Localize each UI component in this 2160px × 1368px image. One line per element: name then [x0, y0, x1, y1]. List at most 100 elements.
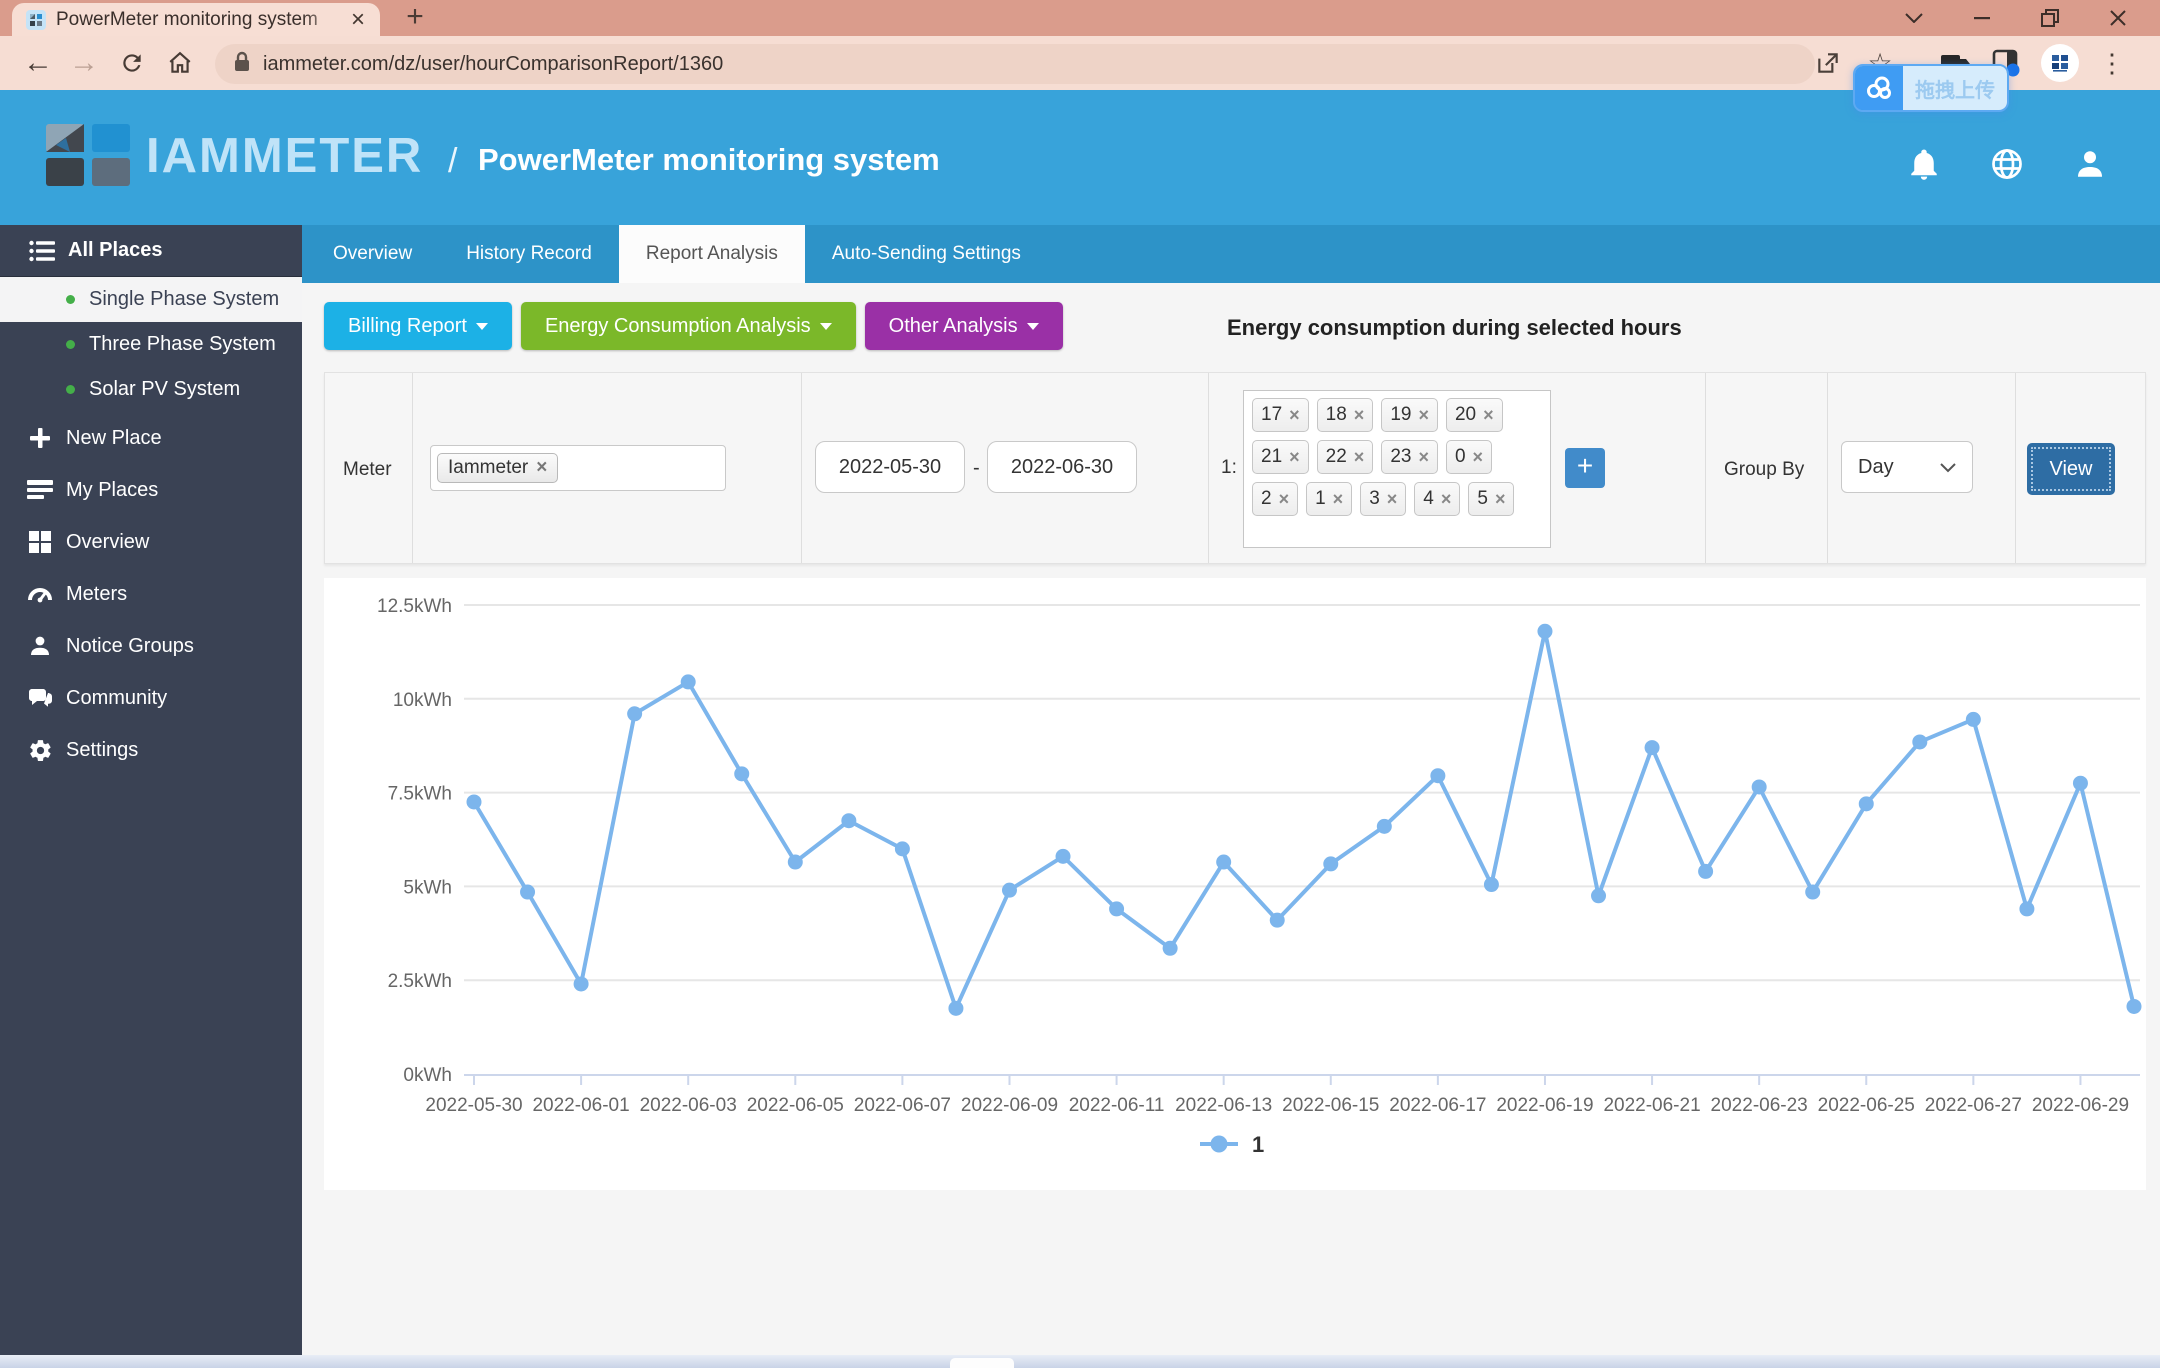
- tab-history-record[interactable]: History Record: [439, 225, 619, 283]
- hour-chip-4[interactable]: 4×: [1414, 482, 1460, 516]
- browser-tab[interactable]: PowerMeter monitoring system ×: [12, 3, 380, 36]
- restore-button[interactable]: [2016, 0, 2084, 36]
- hour-chip-18[interactable]: 18×: [1317, 398, 1374, 432]
- data-point[interactable]: [1966, 712, 1981, 727]
- sidebar-item-single-phase-system[interactable]: Single Phase System: [0, 277, 302, 322]
- notifications-bell-icon[interactable]: [1904, 144, 1944, 184]
- other-analysis-button[interactable]: Other Analysis: [865, 302, 1063, 350]
- data-point[interactable]: [1698, 864, 1713, 879]
- hour-chip-3[interactable]: 3×: [1360, 482, 1406, 516]
- hour-chip-remove-icon[interactable]: ×: [1279, 489, 1290, 510]
- hour-chip-19[interactable]: 19×: [1381, 398, 1438, 432]
- tab-search-chevron-icon[interactable]: [1880, 0, 1948, 36]
- sidebar-item-overview[interactable]: Overview: [0, 516, 302, 568]
- data-point[interactable]: [1805, 885, 1820, 900]
- billing-report-button[interactable]: Billing Report: [324, 302, 512, 350]
- data-point[interactable]: [841, 813, 856, 828]
- drag-upload-overlay[interactable]: 拖拽上传: [1853, 64, 2009, 112]
- share-icon[interactable]: [1806, 43, 1850, 83]
- meter-tag-remove-icon[interactable]: ×: [536, 457, 547, 479]
- hour-chip-remove-icon[interactable]: ×: [1495, 489, 1506, 510]
- data-point[interactable]: [948, 1001, 963, 1016]
- browser-menu-icon[interactable]: ⋮: [2090, 43, 2134, 83]
- sidebar-item-settings[interactable]: Settings: [0, 724, 302, 776]
- language-globe-icon[interactable]: [1987, 144, 2027, 184]
- data-point[interactable]: [1484, 877, 1499, 892]
- close-window-button[interactable]: [2084, 0, 2152, 36]
- data-point[interactable]: [1216, 855, 1231, 870]
- group-by-select[interactable]: Day: [1841, 441, 1973, 493]
- data-point[interactable]: [1912, 734, 1927, 749]
- sidebar-item-solar-pv-system[interactable]: Solar PV System: [0, 367, 302, 412]
- data-point[interactable]: [2073, 776, 2088, 791]
- sidebar-item-all-places[interactable]: All Places: [0, 225, 302, 277]
- data-point[interactable]: [1430, 768, 1445, 783]
- profile-avatar[interactable]: [2038, 43, 2082, 83]
- data-point[interactable]: [467, 794, 482, 809]
- data-point[interactable]: [734, 766, 749, 781]
- taskbar-item[interactable]: [950, 1358, 1014, 1368]
- hour-chip-21[interactable]: 21×: [1252, 440, 1309, 474]
- sidebar-item-notice-groups[interactable]: Notice Groups: [0, 620, 302, 672]
- hour-chip-0[interactable]: 0×: [1446, 440, 1492, 474]
- hour-chip-remove-icon[interactable]: ×: [1418, 447, 1429, 468]
- data-point[interactable]: [2127, 999, 2142, 1014]
- hour-chip-23[interactable]: 23×: [1381, 440, 1438, 474]
- hour-chip-remove-icon[interactable]: ×: [1333, 489, 1344, 510]
- data-point[interactable]: [2019, 901, 2034, 916]
- hour-chip-remove-icon[interactable]: ×: [1441, 489, 1452, 510]
- hour-chip-remove-icon[interactable]: ×: [1483, 405, 1494, 426]
- minimize-button[interactable]: [1948, 0, 2016, 36]
- data-point[interactable]: [1645, 740, 1660, 755]
- hour-chip-5[interactable]: 5×: [1468, 482, 1514, 516]
- data-point[interactable]: [1056, 849, 1071, 864]
- energy-consumption-analysis-button[interactable]: Energy Consumption Analysis: [521, 302, 856, 350]
- data-point[interactable]: [627, 706, 642, 721]
- tab-overview[interactable]: Overview: [306, 225, 439, 283]
- hour-chip-17[interactable]: 17×: [1252, 398, 1309, 432]
- refresh-icon[interactable]: [112, 43, 152, 83]
- view-button[interactable]: View: [2027, 443, 2115, 495]
- forward-icon[interactable]: →: [64, 43, 104, 83]
- sidebar-item-meters[interactable]: Meters: [0, 568, 302, 620]
- data-point[interactable]: [1002, 883, 1017, 898]
- data-point[interactable]: [681, 674, 696, 689]
- data-point[interactable]: [574, 976, 589, 991]
- sidebar-item-three-phase-system[interactable]: Three Phase System: [0, 322, 302, 367]
- legend-item[interactable]: 1: [1200, 1132, 1264, 1157]
- data-point[interactable]: [1859, 796, 1874, 811]
- sidebar-item-my-places[interactable]: My Places: [0, 464, 302, 516]
- tab-close-icon[interactable]: ×: [346, 8, 370, 32]
- sidebar-item-community[interactable]: Community: [0, 672, 302, 724]
- hour-chip-22[interactable]: 22×: [1317, 440, 1374, 474]
- data-point[interactable]: [520, 885, 535, 900]
- data-point[interactable]: [1591, 888, 1606, 903]
- date-to-input[interactable]: 2022-06-30: [987, 441, 1137, 493]
- data-point[interactable]: [1163, 941, 1178, 956]
- hour-chip-remove-icon[interactable]: ×: [1473, 447, 1484, 468]
- date-from-input[interactable]: 2022-05-30: [815, 441, 965, 493]
- data-point[interactable]: [1752, 779, 1767, 794]
- selected-hours-box[interactable]: 17×18×19×20×21×22×23×0×2×1×3×4×5×: [1243, 390, 1551, 548]
- sidebar-item-new-place[interactable]: New Place: [0, 412, 302, 464]
- account-user-icon[interactable]: [2070, 144, 2110, 184]
- tab-auto-sending-settings[interactable]: Auto-Sending Settings: [805, 225, 1048, 283]
- hour-chip-remove-icon[interactable]: ×: [1289, 447, 1300, 468]
- hour-chip-remove-icon[interactable]: ×: [1354, 405, 1365, 426]
- data-point[interactable]: [895, 841, 910, 856]
- hour-chip-remove-icon[interactable]: ×: [1418, 405, 1429, 426]
- data-point[interactable]: [1537, 624, 1552, 639]
- add-hour-row-button[interactable]: +: [1565, 448, 1605, 488]
- data-point[interactable]: [1109, 901, 1124, 916]
- data-point[interactable]: [1377, 819, 1392, 834]
- meter-select-input[interactable]: Iammeter ×: [430, 445, 726, 491]
- hour-chip-remove-icon[interactable]: ×: [1289, 405, 1300, 426]
- hour-chip-1[interactable]: 1×: [1306, 482, 1352, 516]
- home-icon[interactable]: [160, 43, 200, 83]
- tab-report-analysis[interactable]: Report Analysis: [619, 225, 805, 283]
- address-bar[interactable]: iammeter.com/dz/user/hourComparisonRepor…: [215, 44, 1815, 84]
- hour-chip-2[interactable]: 2×: [1252, 482, 1298, 516]
- hour-chip-remove-icon[interactable]: ×: [1387, 489, 1398, 510]
- back-icon[interactable]: ←: [18, 43, 58, 83]
- hour-chip-remove-icon[interactable]: ×: [1354, 447, 1365, 468]
